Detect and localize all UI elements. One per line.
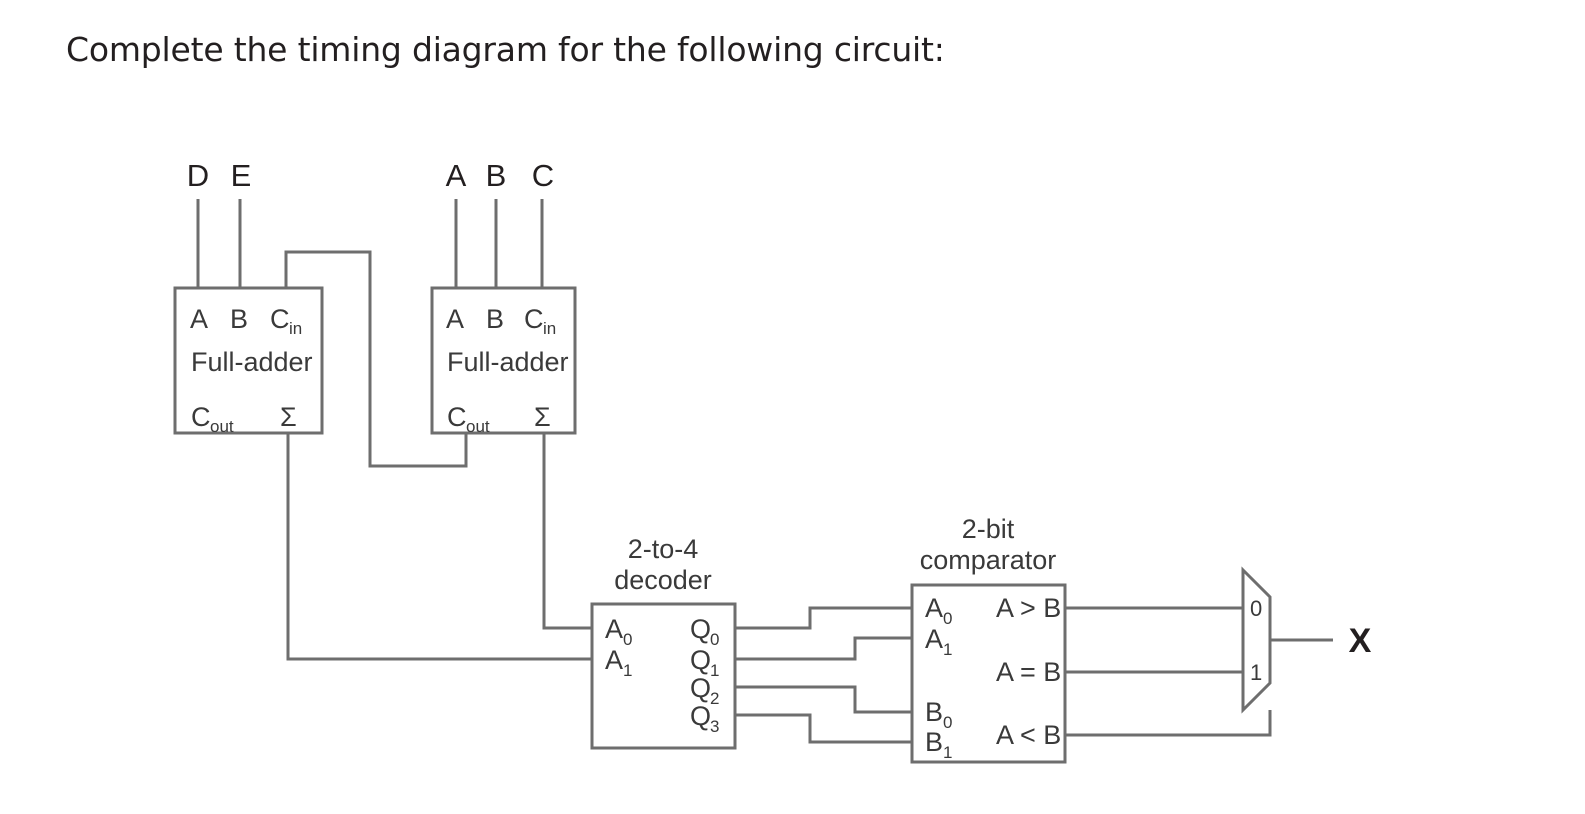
wire-decoder-q1-to-comparator-a1 <box>735 636 912 661</box>
full-adder-2-port-b: B <box>486 304 504 334</box>
comparator-title-line1: 2-bit <box>962 514 1015 544</box>
wire-comparator-less-to-mux-select <box>1065 710 1272 737</box>
full-adder-1-port-cout-sub: out <box>210 417 234 436</box>
full-adder-1-title: Full-adder <box>191 347 313 377</box>
decoder-input-a1: A <box>605 645 623 675</box>
comparator-title-line2: comparator <box>920 545 1057 575</box>
input-label-E: E <box>231 158 252 193</box>
decoder-title-line2: decoder <box>614 565 712 595</box>
wire-decoder-q2-to-comparator-b0 <box>735 685 912 714</box>
circuit-diagram-page: Complete the timing diagram for the foll… <box>0 0 1585 814</box>
decoder-output-q2: Q <box>690 673 711 703</box>
decoder-output-q1: Q <box>690 645 711 675</box>
comparator-input-a1-sub: 1 <box>943 640 952 659</box>
wire-decoder-q0-to-comparator-a0 <box>735 606 912 630</box>
comparator-input-b1-sub: 1 <box>943 743 952 762</box>
comparator-output-greater: A > B <box>996 593 1061 623</box>
full-adder-1-port-cin: C <box>270 304 290 334</box>
decoder-output-q2-sub: 2 <box>710 689 719 708</box>
decoder-output-q3-sub: 3 <box>710 717 719 736</box>
full-adder-2-port-sum: Σ <box>534 402 551 432</box>
decoder-output-q0: Q <box>690 614 711 644</box>
full-adder-1-port-cin-sub: in <box>289 319 302 338</box>
mux-input-label-1: 1 <box>1250 660 1262 685</box>
wire-adder2-sum-to-decoder-a0 <box>542 433 592 630</box>
decoder-title-line1: 2-to-4 <box>628 534 699 564</box>
input-label-C: C <box>532 158 554 193</box>
full-adder-2-port-a: A <box>446 304 464 334</box>
full-adder-1-port-sum: Σ <box>280 402 297 432</box>
full-adder-2-port-cout: C <box>447 402 467 432</box>
comparator-input-b0: B <box>925 697 943 727</box>
full-adder-2-port-cin-sub: in <box>543 319 556 338</box>
full-adder-1-port-cout: C <box>191 402 211 432</box>
input-label-B: B <box>486 158 507 193</box>
circuit-schematic: D E A B C A B C in Full-adder C out Σ A … <box>173 158 1372 764</box>
decoder-output-q0-sub: 0 <box>710 630 719 649</box>
comparator-input-a1: A <box>925 624 943 654</box>
full-adder-1-port-b: B <box>230 304 248 334</box>
decoder-input-a1-sub: 1 <box>623 661 632 680</box>
mux-body <box>1241 566 1272 714</box>
wire-decoder-q3-to-comparator-b1 <box>735 713 912 744</box>
decoder-output-q1-sub: 1 <box>710 661 719 680</box>
decoder-output-q3: Q <box>690 701 711 731</box>
full-adder-1-port-a: A <box>190 304 208 334</box>
comparator-input-a0: A <box>925 593 943 623</box>
input-label-A: A <box>446 158 467 193</box>
comparator-input-a0-sub: 0 <box>943 609 952 628</box>
output-label-X: X <box>1349 622 1372 660</box>
decoder-input-a0: A <box>605 614 623 644</box>
decoder-input-a0-sub: 0 <box>623 630 632 649</box>
mux-input-label-0: 0 <box>1250 596 1262 621</box>
full-adder-2-port-cin: C <box>524 304 544 334</box>
comparator-output-equal: A = B <box>996 657 1061 687</box>
comparator-input-b1: B <box>925 727 943 757</box>
comparator-input-b0-sub: 0 <box>943 713 952 732</box>
full-adder-2-port-cout-sub: out <box>466 417 490 436</box>
comparator-output-less: A < B <box>996 720 1061 750</box>
full-adder-2-title: Full-adder <box>447 347 569 377</box>
input-label-D: D <box>187 158 209 193</box>
